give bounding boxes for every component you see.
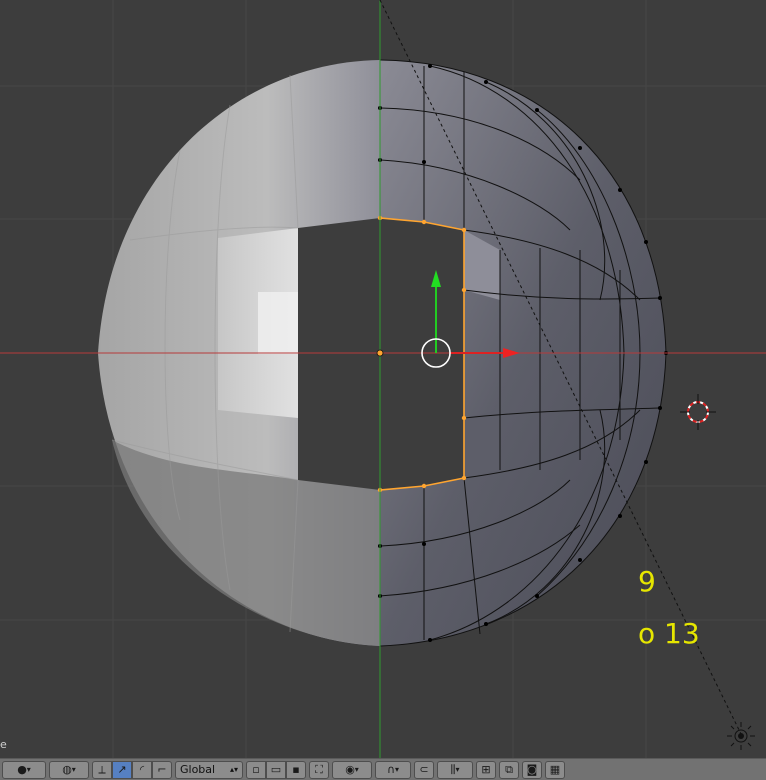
rotate-manipulator-toggle[interactable]: ◜ xyxy=(132,760,152,779)
snap-icon: ⊂ xyxy=(419,763,429,776)
editor-layers-dropdown[interactable]: ◍ ▾ xyxy=(49,760,89,779)
animation-render-icon: ▦ xyxy=(549,763,561,776)
viewport-header: ● ▾ ◍ ▾ ⟂ ↗ ◜ ⌐ Global ▴▾ ▫ ▭ ▪ ⛶ ◉ ▾ ∩ ▾ ⊂ ⫼… xyxy=(0,758,766,780)
mirror-button[interactable]: ⧉ xyxy=(499,760,519,779)
editor-layers-icon: ◍ xyxy=(62,763,72,776)
transform-orientation-label: Global xyxy=(180,763,216,776)
vertex-select-button[interactable]: ▫ xyxy=(246,760,266,779)
rotate-icon: ◜ xyxy=(139,763,145,776)
vertex-select-icon: ▫ xyxy=(252,763,260,776)
transform-manipulator-toggle[interactable]: ⟂ xyxy=(92,760,112,779)
edge-select-button[interactable]: ▭ xyxy=(266,760,286,779)
viewport-shading-dropdown[interactable]: ● ▾ xyxy=(2,760,46,779)
scale-manipulator-toggle[interactable]: ⌐ xyxy=(152,760,172,779)
limit-selection-icon: ⛶ xyxy=(315,762,323,776)
annotation-number-bottom: o 13 xyxy=(638,617,700,650)
translate-manipulator-toggle[interactable]: ↗ xyxy=(112,760,132,779)
transform-orientation-dropdown[interactable]: Global ▴▾ xyxy=(175,760,243,779)
limit-selection-button[interactable]: ⛶ xyxy=(309,760,329,779)
render-button[interactable]: ◙ xyxy=(522,760,542,779)
falloff-dropdown[interactable]: ∩ ▾ xyxy=(375,760,411,779)
object-origin[interactable] xyxy=(376,349,384,357)
proportional-edit-icon: ◉ xyxy=(345,763,355,776)
edge-select-icon: ▭ xyxy=(270,763,282,776)
snap-toggle[interactable]: ⊂ xyxy=(414,760,434,779)
mirror-icon: ⧉ xyxy=(505,762,513,776)
transform-manipulator-icon: ⟂ xyxy=(98,762,106,776)
proportional-edit-dropdown[interactable]: ◉ ▾ xyxy=(332,760,372,779)
translate-icon: ↗ xyxy=(117,763,127,776)
falloff-icon: ∩ xyxy=(386,763,396,776)
sun-lamp-icon[interactable] xyxy=(727,722,755,750)
annotation-number-top: 9 xyxy=(638,565,656,598)
snap-element-dropdown[interactable]: ⫼ ▾ xyxy=(437,760,473,779)
snap-target-icon: ⊞ xyxy=(481,763,491,776)
mode-label-fragment: e xyxy=(0,738,7,751)
snap-target-button[interactable]: ⊞ xyxy=(476,760,496,779)
sphere-shading-icon: ● xyxy=(17,763,27,776)
face-select-button[interactable]: ▪ xyxy=(286,760,306,779)
3d-viewport[interactable]: 9 o 13 e xyxy=(0,0,766,758)
scale-icon: ⌐ xyxy=(157,763,167,776)
animation-render-button[interactable]: ▦ xyxy=(545,760,565,779)
face-select-icon: ▪ xyxy=(292,763,300,776)
render-icon: ◙ xyxy=(526,763,538,776)
3d-cursor[interactable] xyxy=(680,394,716,430)
